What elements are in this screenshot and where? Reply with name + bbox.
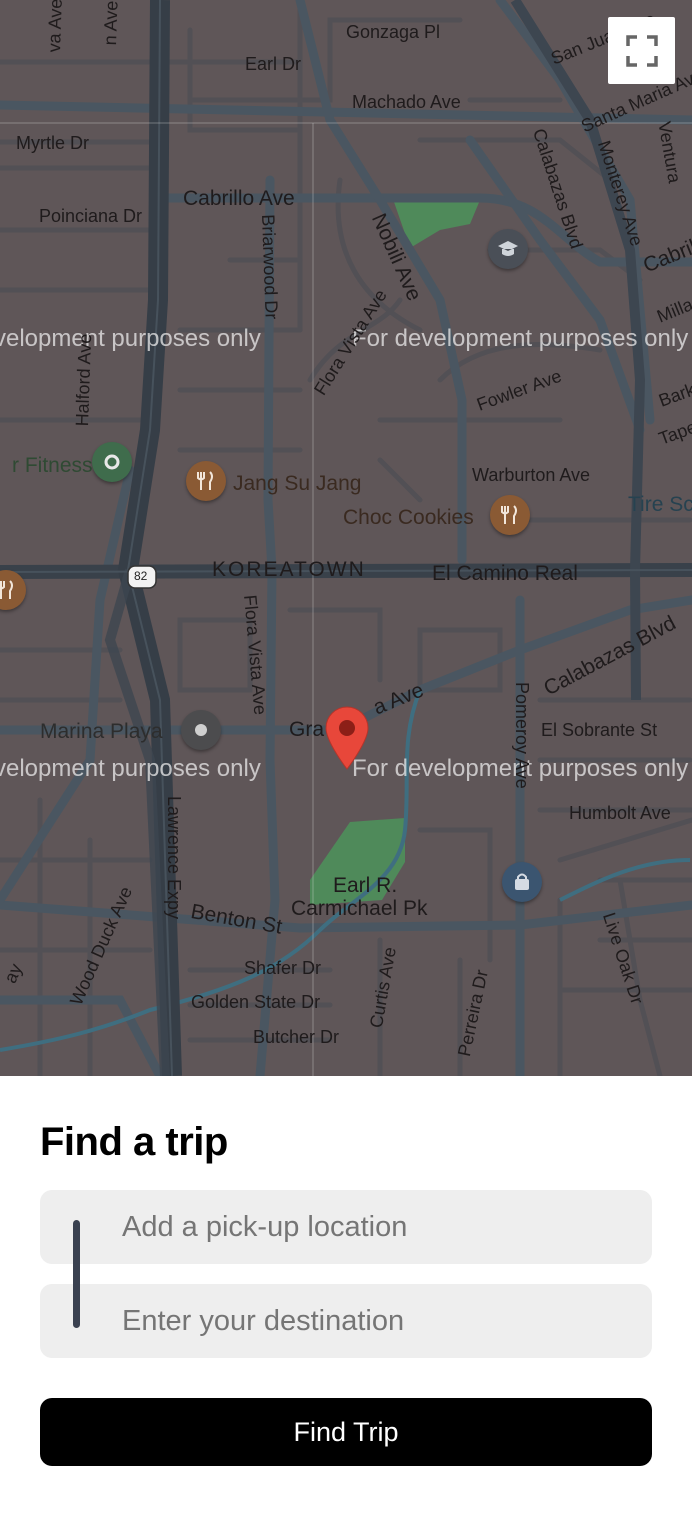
place-label[interactable]: r Fitness xyxy=(12,454,93,478)
street-label: El Sobrante St xyxy=(541,720,658,740)
street-label: Shafer Dr xyxy=(244,958,322,978)
street-label: Pomeroy Ave xyxy=(512,682,532,789)
route-connector xyxy=(73,1220,80,1328)
place-label[interactable]: Choc Cookies xyxy=(343,506,474,530)
park-label: Earl R. xyxy=(333,874,398,897)
street-label: Golden State Dr xyxy=(191,992,321,1012)
watermark: velopment purposes only xyxy=(0,325,261,352)
street-label: Gra xyxy=(289,718,325,741)
watermark: For development purposes only xyxy=(352,325,689,352)
restaurant-icon[interactable] xyxy=(490,495,530,535)
street-label: Briarwood Dr xyxy=(258,214,282,320)
neighborhood-label: KOREATOWN xyxy=(212,558,366,581)
street-label: Machado Ave xyxy=(352,92,461,112)
street-label: n Ave xyxy=(100,0,122,46)
street-label: Myrtle Dr xyxy=(16,133,89,153)
pickup-field[interactable] xyxy=(40,1190,652,1264)
watermark: velopment purposes only xyxy=(0,755,261,782)
park-label: Carmichael Pk xyxy=(291,897,428,920)
street-label: Butcher Dr xyxy=(253,1027,340,1047)
street-label: Halford Ave xyxy=(72,333,96,427)
find-trip-button[interactable]: Find Trip xyxy=(40,1398,652,1466)
place-label[interactable]: Jang Su Jang xyxy=(233,472,361,496)
fullscreen-button[interactable] xyxy=(608,17,675,84)
shopping-icon[interactable] xyxy=(502,862,542,902)
location-pin-icon[interactable] xyxy=(324,706,370,770)
map-view[interactable]: velopment purposes only For development … xyxy=(0,0,692,1076)
street-label: Warburton Ave xyxy=(472,465,591,485)
street-label: Humbolt Ave xyxy=(569,803,671,823)
restaurant-icon[interactable] xyxy=(186,461,226,501)
place-label[interactable]: Tire Sc xyxy=(628,493,692,517)
trip-panel: Find a trip Find Trip xyxy=(0,1076,692,1536)
street-label: El Camino Real xyxy=(432,562,578,585)
street-label: va Ave xyxy=(44,0,66,53)
street-label: Poinciana Dr xyxy=(39,206,143,226)
destination-field[interactable] xyxy=(40,1284,652,1358)
school-icon[interactable] xyxy=(488,229,528,269)
street-label: Earl Dr xyxy=(245,54,302,74)
highway-number: 82 xyxy=(134,569,148,583)
pickup-input[interactable] xyxy=(122,1190,632,1264)
street-label: Lawrence Expy xyxy=(164,796,184,920)
fullscreen-icon xyxy=(625,34,658,67)
place-label[interactable]: Marina Playa xyxy=(40,720,163,744)
place-icon[interactable] xyxy=(181,710,221,750)
fitness-icon[interactable] xyxy=(92,442,132,482)
street-label: Cabrillo Ave xyxy=(183,187,295,210)
destination-input[interactable] xyxy=(122,1284,632,1358)
panel-title: Find a trip xyxy=(40,1120,228,1164)
street-label: Gonzaga Pl xyxy=(346,22,441,42)
